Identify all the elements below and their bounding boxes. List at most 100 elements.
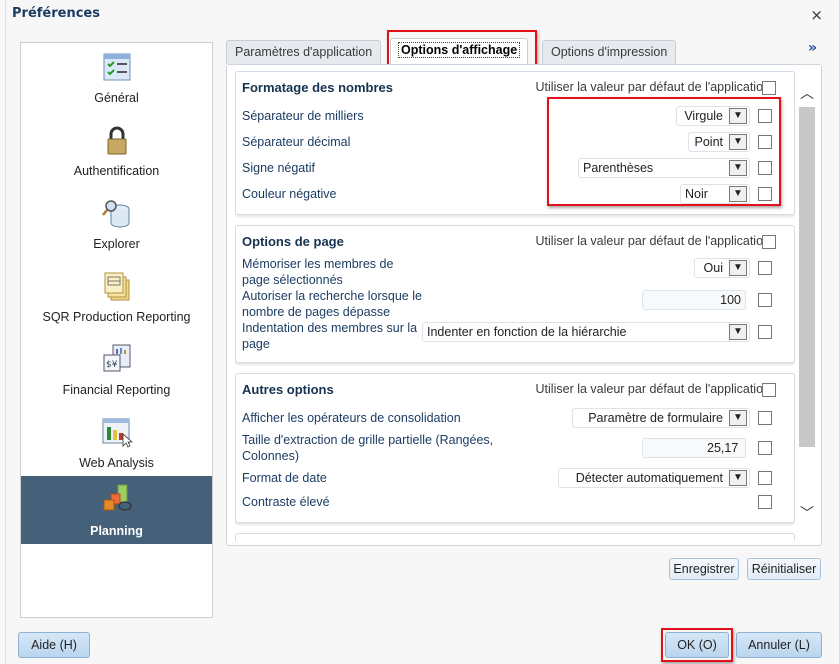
report-pages-icon [104,272,130,301]
sidebar-item-label: Authentification [73,164,160,178]
other-options-group: Autres options Utiliser la valeur par dé… [235,373,795,523]
more-tabs-chevron-icon[interactable]: » [808,40,817,56]
page-options-group: Options de page Utiliser la valeur par d… [235,225,795,363]
date-format-select[interactable]: Détecter automatiquement ▼ [558,468,750,488]
decimal-separator-select[interactable]: Point ▼ [688,132,750,152]
partial-grid-fetch-size-input[interactable]: 25,17 [642,438,746,458]
member-indentation-select[interactable]: Indenter en fonction de la hiérarchie ▼ [422,322,750,342]
sidebar-item-financial-reporting[interactable]: $¥ Financial Reporting [21,339,212,407]
database-search-icon [102,200,130,228]
group-title: Autres options [242,382,334,397]
preferences-dialog: Préférences × Général Authentification E… [0,0,840,664]
checklist-icon [103,53,131,81]
sidebar-item-label: Web Analysis [79,456,154,470]
use-default-label: Utiliser la valeur par défaut de l'appli… [535,80,770,94]
sidebar-item-label: Explorer [93,237,140,251]
select-value: Noir [685,187,708,201]
date-format-label: Format de date [242,471,327,485]
chevron-down-icon: ▼ [729,186,747,202]
partial-grid-fetch-size-checkbox[interactable] [758,441,772,455]
select-value: Indenter en fonction de la hiérarchie [427,325,627,339]
ok-button[interactable]: OK (O) [665,632,729,658]
search-page-threshold-label: Autoriser la recherche lorsque le nombre… [242,289,422,319]
tab-display-options[interactable]: Options d'affichage [390,38,529,64]
negative-color-checkbox[interactable] [758,187,772,201]
chevron-down-icon: ▼ [729,410,747,426]
sidebar-item-label: SQR Production Reporting [42,310,191,324]
select-value: Virgule [684,109,723,123]
sidebar-item-planning[interactable]: Planning [21,476,212,544]
consolidation-operators-checkbox[interactable] [758,411,772,425]
high-contrast-checkbox[interactable] [758,495,772,509]
tab-application-settings[interactable]: Paramètres d'application [226,40,382,64]
select-value: Point [694,135,724,149]
select-value: Paramètre de formulaire [588,411,723,425]
negative-sign-checkbox[interactable] [758,161,772,175]
vertical-scrollbar[interactable]: ︿ ﹀ [797,71,817,541]
sidebar-item-label: Général [94,91,139,105]
sidebar-item-sqr-production-reporting[interactable]: SQR Production Reporting [21,266,212,334]
scroll-up-icon[interactable]: ︿ [797,83,817,103]
tab-display-options-label: Options d'affichage [397,42,521,58]
sidebar-item-label: Planning [90,524,143,538]
tab-bar: Paramètres d'application Options d'affic… [226,38,821,64]
select-value: Détecter automatiquement [575,471,723,485]
decimal-separator-checkbox[interactable] [758,135,772,149]
negative-sign-label: Signe négatif [242,161,315,175]
scrollbar-thumb[interactable] [799,107,815,447]
chevron-down-icon: ▼ [729,134,747,150]
partial-grid-fetch-size-label: Taille d'extraction de grille partielle … [242,433,494,463]
group-title: Options de page [242,234,344,249]
negative-sign-select[interactable]: Parenthèses ▼ [578,158,750,178]
remember-page-members-label: Mémoriser les membres de page sélectionn… [242,257,394,287]
financial-report-icon: $¥ [103,344,131,372]
chevron-down-icon: ▼ [729,160,747,176]
chevron-down-icon: ▼ [729,108,747,124]
decimal-separator-label: Séparateur décimal [242,135,351,149]
padlock-icon [107,126,127,155]
number-format-group: Formatage des nombres Utiliser la valeur… [235,71,795,215]
use-default-label: Utiliser la valeur par défaut de l'appli… [535,382,770,396]
chevron-down-icon: ▼ [729,470,747,486]
thousands-separator-select[interactable]: Virgule ▼ [676,106,750,126]
input-value: 25,17 [707,441,739,455]
member-indentation-label: Indentation des membres sur la page [242,321,418,351]
thousands-separator-checkbox[interactable] [758,109,772,123]
sidebar-item-general[interactable]: Général [21,47,212,115]
svg-text:$¥: $¥ [106,360,118,370]
help-button[interactable]: Aide (H) [18,632,90,658]
group-title: Formatage des nombres [242,80,393,95]
options-scroll-area: Formatage des nombres Utiliser la valeur… [235,71,795,541]
scroll-down-icon[interactable]: ﹀ [797,503,817,523]
reset-button[interactable]: Réinitialiser [747,558,821,580]
negative-color-select[interactable]: Noir ▼ [680,184,750,204]
cancel-button[interactable]: Annuler (L) [736,632,822,658]
sidebar-item-authentication[interactable]: Authentification [21,120,212,188]
chevron-down-icon: ▼ [729,260,747,276]
remember-page-members-checkbox[interactable] [758,261,772,275]
dialog-title: Préférences [12,6,100,21]
sidebar: Général Authentification Explorer SQR Pr… [20,42,213,618]
use-default-checkbox[interactable] [762,81,776,95]
use-default-checkbox[interactable] [762,383,776,397]
close-icon[interactable]: × [810,6,823,24]
sidebar-item-explorer[interactable]: Explorer [21,193,212,261]
search-page-threshold-checkbox[interactable] [758,293,772,307]
save-button[interactable]: Enregistrer [669,558,739,580]
remember-page-members-select[interactable]: Oui ▼ [694,258,750,278]
bar-chart-cursor-icon [102,418,133,448]
use-default-label: Utiliser la valeur par défaut de l'appli… [535,234,770,248]
date-format-checkbox[interactable] [758,471,772,485]
consolidation-operators-select[interactable]: Paramètre de formulaire ▼ [572,408,750,428]
sidebar-item-label: Financial Reporting [62,383,171,397]
chevron-down-icon: ▼ [729,324,747,340]
negative-color-label: Couleur négative [242,187,337,201]
member-indentation-checkbox[interactable] [758,325,772,339]
thousands-separator-label: Séparateur de milliers [242,109,364,123]
sidebar-item-web-analysis[interactable]: Web Analysis [21,412,212,480]
use-default-checkbox[interactable] [762,235,776,249]
background-window-edge [0,0,6,664]
search-page-threshold-input[interactable]: 100 [642,290,746,310]
planning-blocks-icon [103,484,132,511]
tab-print-options[interactable]: Options d'impression [542,40,677,64]
